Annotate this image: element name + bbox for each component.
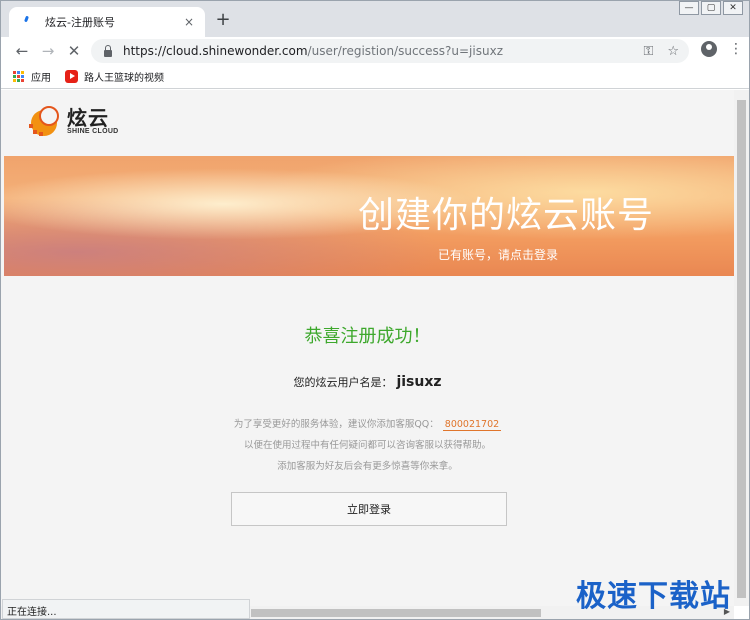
info-text-1: 为了享受更好的服务体验，建议你添加客服QQ： — [233, 419, 439, 430]
watermark: 极速下载站 — [576, 579, 731, 614]
youtube-icon — [65, 70, 78, 83]
site-header: 炫云 SHINE CLOUD — [1, 90, 734, 155]
close-window-button[interactable]: ✕ — [723, 1, 743, 15]
address-bar[interactable]: https://cloud.shinewonder.com/user/regis… — [91, 39, 689, 63]
tab-title: 炫云-注册账号 — [45, 16, 115, 29]
site-logo[interactable]: 炫云 SHINE CLOUD — [27, 104, 119, 138]
url-path: /user/registion/success?u=jisuxz — [307, 44, 503, 58]
info-line-2: 以便在使用过程中有任何疑问都可以咨询客服以获得帮助。 — [243, 440, 491, 451]
forward-button[interactable]: → — [35, 39, 61, 63]
bookmark-label: 路人王篮球的视频 — [84, 73, 164, 84]
key-icon[interactable]: ⚿ — [643, 44, 653, 59]
info-line-1: 为了享受更好的服务体验，建议你添加客服QQ： 800021702 — [1, 416, 734, 431]
logo-cn: 炫云 — [67, 105, 109, 130]
apps-icon — [13, 70, 25, 83]
tab-close-icon[interactable]: × — [181, 15, 197, 29]
lock-icon[interactable] — [101, 44, 115, 58]
url-domain: https://cloud.shinewonder.com — [123, 44, 308, 58]
menu-icon[interactable]: ⋮ — [729, 41, 743, 57]
login-button[interactable]: 立即登录 — [231, 492, 507, 526]
url-text[interactable]: https://cloud.shinewonder.com/user/regis… — [123, 44, 629, 58]
qq-link[interactable]: 800021702 — [442, 419, 502, 431]
vertical-scroll-thumb[interactable] — [737, 100, 746, 598]
vertical-scrollbar[interactable] — [734, 90, 749, 606]
new-tab-button[interactable]: + — [213, 10, 233, 30]
logo-text: 炫云 SHINE CLOUD — [67, 108, 119, 135]
toolbar: ← → ✕ https://cloud.shinewonder.com/user… — [1, 37, 749, 65]
bookmark-video[interactable]: 路人王篮球的视频 — [65, 69, 164, 84]
star-icon[interactable]: ☆ — [667, 44, 679, 59]
browser-window: 炫云-注册账号 × + — ▢ ✕ ← → ✕ https://cloud.sh… — [0, 0, 750, 620]
horizontal-scroll-thumb[interactable] — [251, 609, 541, 617]
logo-en: SHINE CLOUD — [67, 127, 119, 135]
tab-strip: 炫云-注册账号 × + — ▢ ✕ — [1, 1, 749, 37]
profile-avatar-icon[interactable] — [701, 41, 717, 57]
shine-cloud-logo-icon — [27, 104, 63, 138]
login-link[interactable]: 已有账号，请点击登录 — [438, 246, 558, 263]
window-controls: — ▢ ✕ — [679, 1, 743, 15]
stop-loading-button[interactable]: ✕ — [61, 39, 87, 63]
info-line-3: 添加客服为好友后会有更多惊喜等你来拿。 — [277, 461, 458, 472]
toolbar-right: ⋮ — [701, 41, 743, 57]
maximize-button[interactable]: ▢ — [701, 1, 721, 15]
bookmark-apps[interactable]: 应用 — [13, 69, 51, 84]
banner-title: 创建你的炫云账号 — [357, 195, 654, 236]
username-row: 您的炫云用户名是： jisuxz — [1, 374, 734, 390]
back-button[interactable]: ← — [9, 39, 35, 63]
minimize-button[interactable]: — — [679, 1, 699, 15]
page-content: 炫云 SHINE CLOUD 创建你的炫云账号 已有账号，请点击登录 恭喜注册成… — [1, 90, 734, 606]
bookmarks-bar: 应用 路人王篮球的视频 — [1, 65, 749, 89]
hero-banner: 创建你的炫云账号 已有账号，请点击登录 — [4, 156, 734, 276]
username-label: 您的炫云用户名是： — [293, 376, 393, 389]
tab-active[interactable]: 炫云-注册账号 × — [9, 7, 205, 37]
success-panel: 恭喜注册成功！ 您的炫云用户名是： jisuxz 为了享受更好的服务体验，建议你添… — [1, 276, 734, 606]
username-value: jisuxz — [396, 374, 442, 390]
bookmark-label: 应用 — [31, 73, 51, 84]
success-message: 恭喜注册成功！ — [304, 326, 431, 347]
status-bar: 正在连接... — [2, 599, 250, 619]
loading-favicon-icon — [21, 15, 35, 29]
